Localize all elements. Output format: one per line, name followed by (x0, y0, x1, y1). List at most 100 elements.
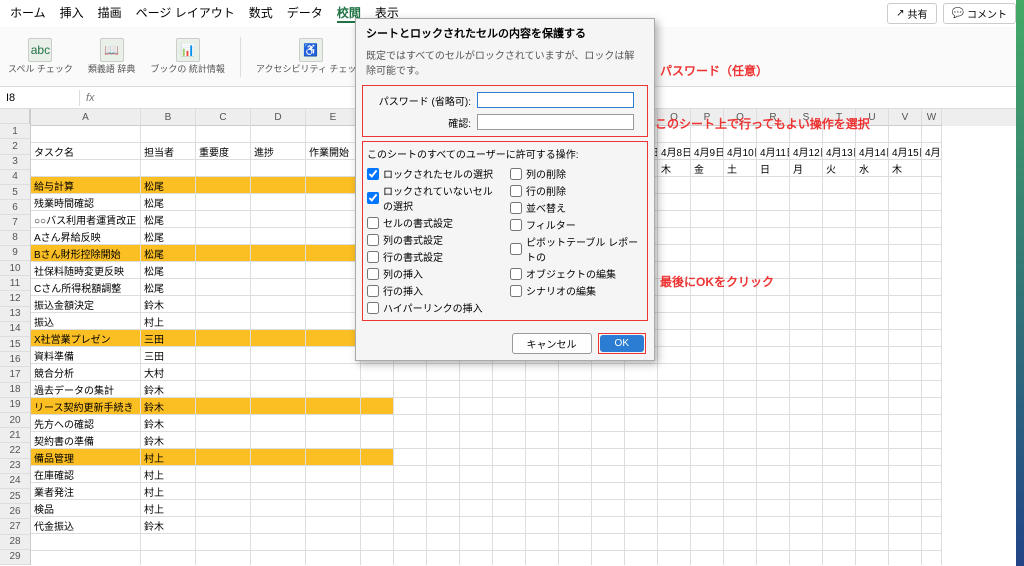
cell[interactable] (427, 415, 460, 432)
cell[interactable] (251, 177, 306, 194)
cell[interactable] (394, 483, 427, 500)
cell[interactable] (823, 551, 856, 565)
spell-check-button[interactable]: abcスペル チェック (8, 38, 73, 75)
cell[interactable] (856, 279, 889, 296)
cell[interactable]: X社営業プレゼン (31, 330, 141, 347)
cell[interactable]: 村上 (141, 483, 196, 500)
cell[interactable] (790, 483, 823, 500)
row-header-7[interactable]: 7 (0, 215, 30, 230)
select-all-corner[interactable] (0, 109, 30, 124)
cell[interactable] (460, 364, 493, 381)
cell[interactable] (427, 449, 460, 466)
cell[interactable] (196, 347, 251, 364)
cell[interactable]: 日 (757, 160, 790, 177)
cell[interactable] (559, 551, 592, 565)
cell[interactable] (790, 398, 823, 415)
cell[interactable] (889, 347, 922, 364)
cell[interactable] (757, 313, 790, 330)
cell[interactable] (757, 483, 790, 500)
cell[interactable] (625, 466, 658, 483)
cell[interactable] (691, 177, 724, 194)
cell[interactable] (427, 534, 460, 551)
cell[interactable] (856, 534, 889, 551)
cell[interactable] (394, 466, 427, 483)
cell[interactable]: 松尾 (141, 245, 196, 262)
cell[interactable] (856, 551, 889, 565)
cell[interactable] (306, 177, 361, 194)
cell[interactable] (559, 449, 592, 466)
perm-checkbox[interactable] (510, 268, 522, 280)
cell[interactable] (823, 313, 856, 330)
cell[interactable] (526, 534, 559, 551)
cell[interactable] (889, 245, 922, 262)
cell[interactable] (856, 330, 889, 347)
cell[interactable] (724, 177, 757, 194)
share-button[interactable]: ↗ 共有 (887, 3, 936, 24)
perm-checkbox[interactable] (510, 202, 522, 214)
cell[interactable] (306, 551, 361, 565)
cell[interactable] (361, 500, 394, 517)
cell[interactable] (790, 262, 823, 279)
cell[interactable] (251, 296, 306, 313)
cell[interactable] (691, 449, 724, 466)
cell[interactable] (592, 551, 625, 565)
cell[interactable] (724, 211, 757, 228)
cell[interactable] (658, 398, 691, 415)
cell[interactable] (856, 432, 889, 449)
cell[interactable]: 大村 (141, 364, 196, 381)
col-header-D[interactable]: D (251, 109, 306, 126)
cell[interactable] (922, 500, 942, 517)
cell[interactable] (922, 398, 942, 415)
cell[interactable] (790, 415, 823, 432)
cell[interactable] (196, 483, 251, 500)
cell[interactable] (460, 534, 493, 551)
cell[interactable]: タスク名 (31, 143, 141, 160)
cell[interactable]: 木 (658, 160, 691, 177)
cell[interactable] (196, 415, 251, 432)
cell[interactable] (724, 449, 757, 466)
cell[interactable] (559, 381, 592, 398)
cell[interactable] (757, 364, 790, 381)
cell[interactable] (823, 347, 856, 364)
cell[interactable]: 在庫確認 (31, 466, 141, 483)
cell[interactable] (460, 381, 493, 398)
cell[interactable] (724, 313, 757, 330)
cell[interactable] (724, 398, 757, 415)
cell[interactable] (922, 364, 942, 381)
cell[interactable] (251, 330, 306, 347)
cell[interactable] (790, 466, 823, 483)
cell[interactable] (889, 364, 922, 381)
cell[interactable] (889, 313, 922, 330)
cell[interactable] (691, 364, 724, 381)
cell[interactable] (427, 432, 460, 449)
menu-ホーム[interactable]: ホーム (10, 4, 46, 23)
cell[interactable] (625, 500, 658, 517)
perm-checkbox[interactable] (367, 192, 379, 204)
cell[interactable] (922, 415, 942, 432)
cell[interactable] (592, 534, 625, 551)
cell[interactable] (658, 177, 691, 194)
cell[interactable]: 松尾 (141, 211, 196, 228)
perm-checkbox[interactable] (510, 285, 522, 297)
cell[interactable] (856, 194, 889, 211)
cell[interactable] (196, 466, 251, 483)
cell[interactable]: 4月15日 (889, 143, 922, 160)
cell[interactable] (856, 381, 889, 398)
cell[interactable] (526, 398, 559, 415)
cell[interactable] (724, 534, 757, 551)
cell[interactable] (889, 211, 922, 228)
cell[interactable] (922, 483, 942, 500)
row-header-3[interactable]: 3 (0, 155, 30, 170)
cell[interactable] (493, 517, 526, 534)
cell[interactable] (691, 211, 724, 228)
cell[interactable] (823, 228, 856, 245)
row-header-1[interactable]: 1 (0, 124, 30, 139)
cell[interactable]: 競合分析 (31, 364, 141, 381)
cell[interactable] (922, 432, 942, 449)
cell[interactable]: Cさん所得税額調整 (31, 279, 141, 296)
cell[interactable] (592, 517, 625, 534)
cell[interactable] (559, 415, 592, 432)
cell[interactable] (658, 330, 691, 347)
row-header-18[interactable]: 18 (0, 383, 30, 398)
cell[interactable] (141, 160, 196, 177)
